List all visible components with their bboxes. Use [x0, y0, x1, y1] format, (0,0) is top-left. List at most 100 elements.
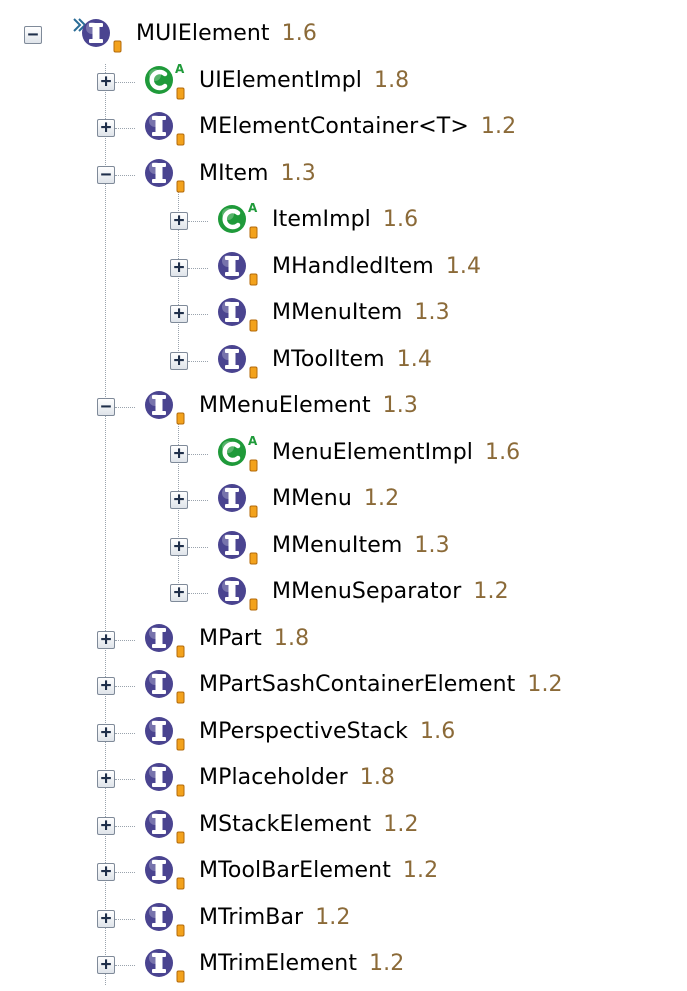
tree-node[interactable]: + A UIElementImpl 1.8 — [0, 57, 687, 107]
tree-node[interactable]: − MMenuElement 1.3 — [0, 382, 687, 432]
interface-icon — [206, 339, 268, 383]
tree-connector — [188, 500, 208, 501]
expand-toggle[interactable]: + — [97, 863, 115, 881]
tree-connector — [115, 407, 135, 408]
collapse-toggle[interactable]: − — [97, 398, 115, 416]
version-label: 1.4 — [396, 346, 432, 372]
expand-toggle[interactable]: + — [170, 491, 188, 509]
type-hierarchy-tree: − MUIElement 1.6 + A UIElementImpl 1.8 + MElemen… — [0, 0, 687, 985]
interface-icon — [133, 850, 195, 894]
version-label: 1.4 — [445, 253, 482, 279]
expand-toggle[interactable]: + — [170, 584, 188, 602]
expand-toggle[interactable]: + — [97, 770, 115, 788]
interface-icon — [133, 943, 195, 987]
tree-connector — [188, 593, 208, 594]
type-name: MTrimElement — [199, 951, 358, 976]
svg-text:A: A — [248, 434, 258, 448]
version-label: 1.6 — [281, 21, 317, 46]
type-name: MToolItem — [272, 346, 385, 372]
expand-toggle[interactable]: + — [97, 723, 115, 742]
version-label: 1.2 — [473, 579, 509, 604]
expand-toggle[interactable]: + — [97, 72, 115, 91]
tree-node[interactable]: + MMenuSeparator 1.2 — [0, 568, 687, 618]
expand-toggle[interactable]: + — [97, 956, 115, 974]
version-label: 1.6 — [382, 207, 419, 232]
tree-node[interactable]: − MUIElement 1.6 — [0, 10, 687, 60]
node-label: MTrimElement 1.2 — [199, 951, 404, 976]
tree-connector — [188, 453, 208, 455]
interface-icon — [133, 757, 195, 801]
tree-node[interactable]: + A ItemImpl 1.6 — [0, 196, 687, 246]
expand-toggle[interactable]: + — [170, 444, 188, 463]
tree-node[interactable]: + MPart 1.8 — [0, 615, 687, 665]
interface-icon — [133, 804, 195, 848]
node-label: MToolItem 1.4 — [272, 347, 432, 372]
tree-node[interactable]: + MMenuItem 1.3 — [0, 522, 687, 572]
tree-node[interactable]: + MTrimElement 1.2 — [0, 940, 687, 990]
version-label: 1.8 — [373, 67, 410, 93]
expand-toggle[interactable]: + — [170, 537, 188, 556]
tree-node[interactable]: + MPlaceholder 1.8 — [0, 754, 687, 804]
interface-icon — [133, 711, 195, 755]
tree-connector — [188, 267, 208, 269]
type-name: MUIElement — [136, 21, 270, 46]
tree-node[interactable]: + MToolItem 1.4 — [0, 336, 687, 386]
collapse-toggle[interactable]: − — [97, 165, 115, 184]
tree-node[interactable]: + MMenu 1.2 — [0, 475, 687, 525]
type-name: MPerspectiveStack — [199, 718, 409, 744]
tree-connector — [115, 965, 135, 966]
tree-node[interactable]: + MToolBarElement 1.2 — [0, 847, 687, 897]
type-name: MElementContainer<T> — [199, 114, 469, 139]
interface-icon — [133, 385, 195, 429]
tree-node[interactable]: + MPartSashContainerElement 1.2 — [0, 661, 687, 711]
expand-toggle[interactable]: + — [97, 816, 115, 835]
version-label: 1.2 — [527, 672, 563, 697]
tree-connector — [115, 686, 135, 687]
expand-toggle[interactable]: + — [170, 305, 188, 323]
expand-toggle[interactable]: + — [97, 630, 115, 649]
type-name: MMenuSeparator — [272, 579, 462, 604]
type-name: MTrimBar — [199, 904, 304, 930]
expand-toggle[interactable]: + — [170, 351, 188, 370]
expand-toggle[interactable]: + — [170, 258, 188, 277]
node-label: MMenu 1.2 — [272, 486, 399, 511]
node-label: MMenuItem 1.3 — [272, 533, 450, 558]
svg-text:A: A — [248, 201, 258, 215]
version-label: 1.3 — [414, 300, 450, 325]
node-label: UIElementImpl 1.8 — [199, 68, 409, 93]
tree-node[interactable]: + MStackElement 1.2 — [0, 801, 687, 851]
expand-toggle[interactable]: + — [170, 212, 188, 230]
type-name: MMenu — [272, 486, 352, 511]
interface-icon — [206, 525, 268, 569]
tree-node[interactable]: + MElementContainer<T> 1.2 — [0, 103, 687, 153]
version-label: 1.2 — [402, 858, 439, 883]
class-icon: A — [133, 60, 195, 104]
interface-icon — [133, 153, 195, 197]
node-label: MMenuItem 1.3 — [272, 300, 450, 325]
tree-connector — [115, 639, 135, 641]
tree-node[interactable]: + MPerspectiveStack 1.6 — [0, 708, 687, 758]
expand-toggle[interactable]: + — [97, 677, 115, 695]
expand-toggle[interactable]: + — [97, 909, 115, 928]
collapse-toggle[interactable]: − — [24, 26, 42, 44]
node-label: MStackElement 1.2 — [199, 812, 419, 837]
svg-text:A: A — [175, 62, 185, 76]
tree-node[interactable]: + A MenuElementImpl 1.6 — [0, 429, 687, 479]
tree-connector — [188, 360, 208, 362]
version-label: 1.8 — [273, 625, 310, 651]
tree-node[interactable]: + MMenuItem 1.3 — [0, 289, 687, 339]
expand-toggle[interactable]: + — [97, 119, 115, 137]
tree-node[interactable]: + MTrimBar 1.2 — [0, 894, 687, 944]
type-name: MToolBarElement — [199, 858, 391, 883]
tree-node[interactable]: − MItem 1.3 — [0, 150, 687, 200]
tree-node[interactable]: + MHandledItem 1.4 — [0, 243, 687, 293]
interface-icon — [133, 897, 195, 941]
interface-icon — [133, 664, 195, 708]
type-name: MPartSashContainerElement — [199, 672, 516, 697]
node-label: MenuElementImpl 1.6 — [272, 440, 520, 465]
version-label: 1.3 — [414, 532, 450, 558]
type-name: MPlaceholder — [199, 765, 348, 790]
interface-icon — [206, 571, 268, 615]
tree-connector — [115, 128, 135, 129]
tree-connector — [115, 174, 135, 176]
